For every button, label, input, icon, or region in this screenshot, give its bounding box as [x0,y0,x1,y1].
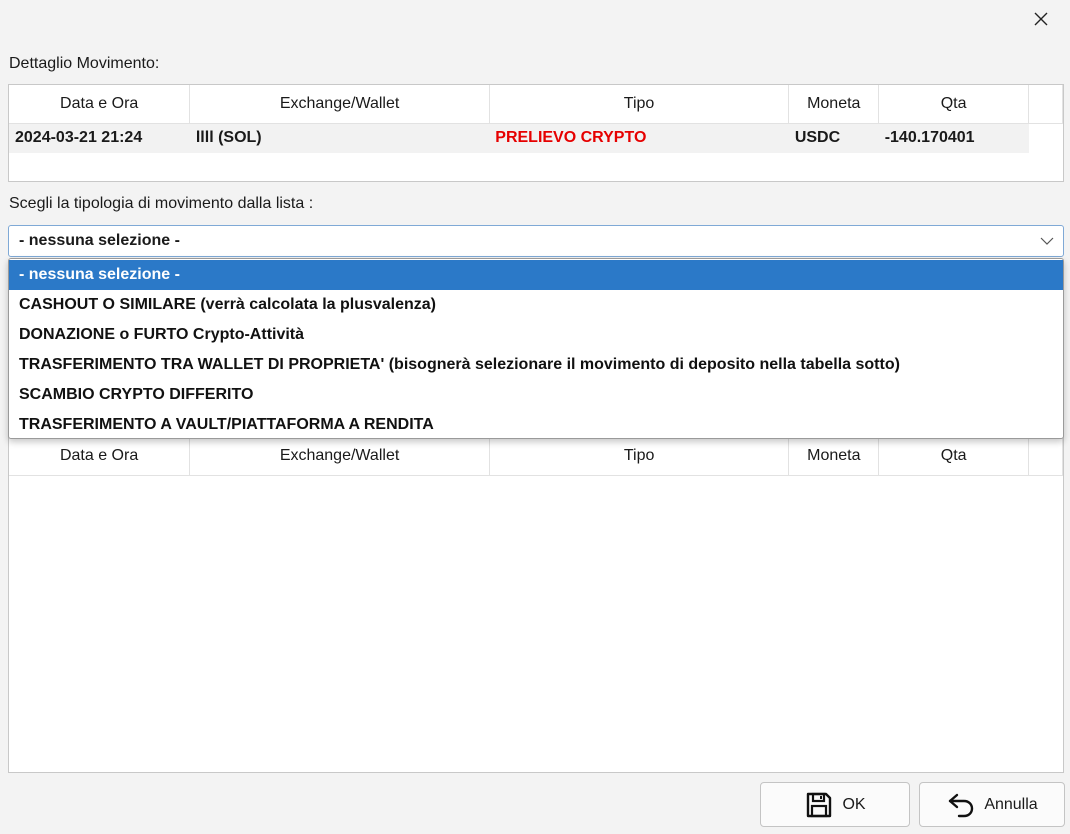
col-header-qty[interactable]: Qta [878,85,1030,124]
col-header-wallet[interactable]: Exchange/Wallet [189,437,490,476]
col-header-filler [1028,437,1063,476]
dropdown-option-deferred-swap[interactable]: SCAMBIO CRYPTO DIFFERITO [9,380,1063,410]
cell-date: 2024-03-21 21:24 [9,123,190,153]
ok-button[interactable]: OK [760,782,910,827]
dropdown-option-vault-transfer[interactable]: TRASFERIMENTO A VAULT/PIATTAFORMA A REND… [9,410,1063,440]
close-button[interactable] [1024,4,1058,34]
cancel-button-label: Annulla [984,795,1038,813]
movement-type-combo[interactable]: - nessuna selezione - [8,225,1064,257]
deposit-table-header: Data e Ora Exchange/Wallet Tipo Moneta Q… [9,437,1063,476]
save-icon [807,792,832,817]
dropdown-option-transfer-own-wallet[interactable]: TRASFERIMENTO TRA WALLET DI PROPRIETA' (… [9,350,1063,380]
table-row[interactable]: 2024-03-21 21:24 llll (SOL) PRELIEVO CRY… [9,123,1063,153]
undo-arrow-icon [949,793,974,817]
col-header-type[interactable]: Tipo [489,437,790,476]
col-header-wallet[interactable]: Exchange/Wallet [189,85,490,124]
col-header-date[interactable]: Data e Ora [9,85,191,124]
col-header-date[interactable]: Data e Ora [9,437,191,476]
cell-type: PRELIEVO CRYPTO [489,123,789,153]
close-icon [1034,12,1048,26]
detail-table[interactable]: Data e Ora Exchange/Wallet Tipo Moneta Q… [8,84,1064,182]
detail-table-header: Data e Ora Exchange/Wallet Tipo Moneta Q… [9,85,1063,124]
chevron-down-icon[interactable] [1039,233,1055,249]
dialog-window: Dettaglio Movimento: Data e Ora Exchange… [0,0,1070,834]
ok-button-label: OK [842,795,866,813]
dropdown-option-none[interactable]: - nessuna selezione - [9,260,1063,290]
col-header-currency[interactable]: Moneta [788,85,880,124]
cell-currency: USDC [788,123,879,153]
combo-selected-value: - nessuna selezione - [19,232,180,249]
col-header-currency[interactable]: Moneta [788,437,880,476]
dropdown-option-cashout[interactable]: CASHOUT O SIMILARE (verrà calcolata la p… [9,290,1063,320]
movement-type-dropdown[interactable]: - nessuna selezione - CASHOUT O SIMILARE… [8,258,1064,439]
cell-qty: -140.170401 [878,123,1029,153]
cancel-button[interactable]: Annulla [919,782,1065,827]
choose-type-label: Scegli la tipologia di movimento dalla l… [9,195,314,212]
cell-filler [1028,123,1063,153]
detail-label: Dettaglio Movimento: [9,55,160,72]
deposit-table[interactable]: Data e Ora Exchange/Wallet Tipo Moneta Q… [8,436,1064,773]
col-header-filler [1028,85,1063,124]
col-header-type[interactable]: Tipo [489,85,790,124]
dropdown-option-donation[interactable]: DONAZIONE o FURTO Crypto-Attività [9,320,1063,350]
cell-wallet: llll (SOL) [189,123,490,153]
col-header-qty[interactable]: Qta [878,437,1030,476]
